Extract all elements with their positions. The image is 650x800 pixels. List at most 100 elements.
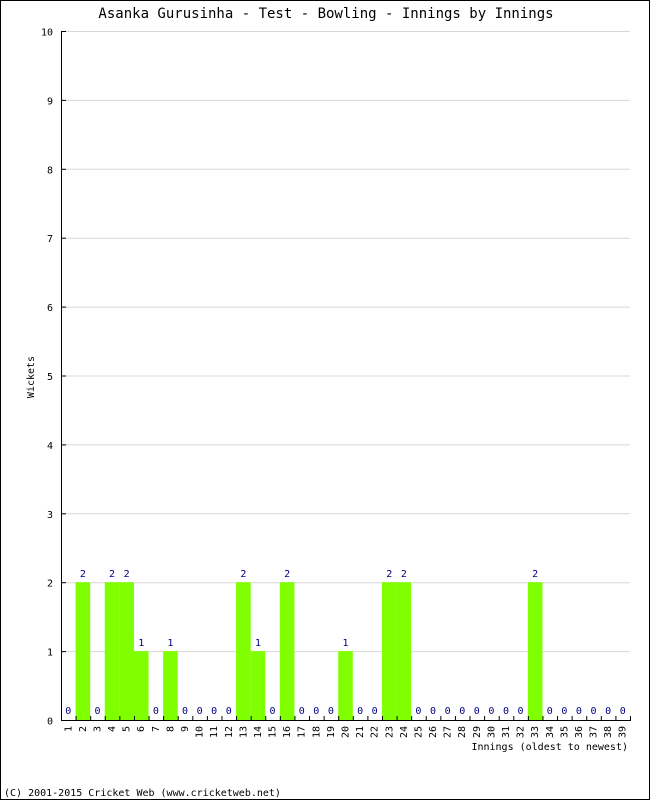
data-label: 0: [547, 706, 553, 717]
x-tick-label: 16: [282, 726, 293, 738]
x-tick-label: 29: [472, 726, 483, 738]
x-tick-label: 4: [107, 726, 118, 732]
data-label: 0: [328, 706, 334, 717]
x-tick-label: 34: [545, 726, 556, 738]
data-label: 0: [65, 706, 71, 717]
data-label: 0: [197, 706, 203, 717]
x-tick-label: 27: [443, 726, 454, 738]
bar: [119, 582, 134, 720]
data-label: 0: [488, 706, 494, 717]
x-tick-label: 26: [428, 726, 439, 738]
x-tick-label: 7: [151, 726, 162, 732]
data-label: 0: [576, 706, 582, 717]
x-tick-label: 5: [122, 726, 133, 732]
x-tick-label: 38: [603, 726, 614, 738]
data-label: 0: [357, 706, 363, 717]
data-label: 0: [153, 706, 159, 717]
data-label: 2: [240, 569, 246, 580]
x-tick-label: 23: [384, 726, 395, 738]
x-tick-label: 13: [238, 726, 249, 738]
bar: [338, 651, 353, 720]
x-tick-label: 28: [457, 726, 468, 738]
data-label: 0: [518, 706, 524, 717]
data-label: 2: [124, 569, 130, 580]
y-tick-label: 10: [41, 28, 53, 39]
bar: [527, 582, 543, 720]
x-tick-label: 20: [341, 726, 352, 738]
data-label: 0: [459, 706, 465, 717]
x-tick-label: 19: [326, 726, 337, 738]
data-label: 0: [561, 706, 567, 717]
y-tick-label: 3: [47, 510, 53, 521]
data-label: 1: [138, 638, 144, 649]
data-label: 2: [386, 569, 392, 580]
x-tick-label: 6: [136, 726, 147, 732]
data-label: 2: [532, 569, 538, 580]
y-axis-label: Wickets: [26, 356, 37, 398]
bar: [104, 582, 120, 720]
data-label: 0: [620, 706, 626, 717]
x-tick-label: 24: [399, 726, 410, 738]
x-tick-label: 1: [63, 726, 74, 732]
data-label: 0: [182, 706, 188, 717]
y-tick-label: 5: [47, 372, 53, 383]
x-tick-label: 12: [224, 726, 235, 738]
data-label: 0: [474, 706, 480, 717]
x-tick-label: 31: [501, 726, 512, 738]
data-label: 0: [270, 706, 276, 717]
data-label: 0: [226, 706, 232, 717]
data-label: 0: [415, 706, 421, 717]
x-tick-labels: 1 2 3 4 5 6 7 8 9 10 11 12 13 14 15 16 17 18 19 20 21 22 23 24 2…: [63, 726, 628, 738]
copyright-footer: (C) 2001-2015 Cricket Web (www.cricketwe…: [4, 788, 281, 799]
bar: [133, 651, 149, 720]
y-tick-label: 9: [47, 96, 53, 107]
x-tick-label: 9: [180, 726, 191, 732]
bar: [279, 582, 295, 720]
bar: [381, 582, 397, 720]
data-label: 2: [109, 569, 115, 580]
data-label: 2: [401, 569, 407, 580]
data-label: 0: [503, 706, 509, 717]
bar-chart: Asanka Gurusinha - Test - Bowling - Inni…: [4, 6, 631, 799]
y-tick-label: 4: [47, 441, 53, 452]
data-label: 0: [211, 706, 217, 717]
data-label: 1: [255, 638, 261, 649]
x-tick-label: 25: [413, 726, 424, 738]
bar: [396, 582, 412, 720]
x-tick-label: 37: [589, 726, 600, 738]
x-tick-label: 15: [268, 726, 279, 738]
x-tick-label: 11: [209, 726, 220, 738]
y-tick-label: 1: [47, 648, 53, 659]
y-tick-label: 6: [47, 303, 53, 314]
x-tick-label: 39: [618, 726, 629, 738]
data-label: 2: [80, 569, 86, 580]
x-tick-label: 36: [574, 726, 585, 738]
x-tick-label: 18: [311, 726, 322, 738]
y-tick-label: 2: [47, 579, 53, 590]
x-tick-label: 30: [486, 726, 497, 738]
x-tick-label: 32: [516, 726, 527, 738]
y-tick-labels: 0 1 2 3 4 5 6 7 8 9 10: [41, 28, 53, 728]
x-tick-label: 2: [78, 726, 89, 732]
x-tick-label: 21: [355, 726, 366, 738]
data-label: 0: [445, 706, 451, 717]
x-tick-label: 10: [195, 726, 206, 738]
data-label: 0: [605, 706, 611, 717]
bar: [250, 651, 266, 720]
bar: [163, 651, 178, 720]
bar: [75, 582, 91, 720]
x-tick-label: 14: [253, 726, 264, 738]
data-label: 1: [342, 638, 348, 649]
x-tick-label: 35: [559, 726, 570, 738]
chart-frame: Asanka Gurusinha - Test - Bowling - Inni…: [0, 0, 650, 800]
x-tick-label: 3: [92, 726, 103, 732]
y-tick-label: 8: [47, 165, 53, 176]
x-tick-label: 33: [530, 726, 541, 738]
bar: [236, 582, 251, 720]
data-label: 0: [372, 706, 378, 717]
x-tick-label: 17: [297, 726, 308, 738]
data-label: 0: [313, 706, 319, 717]
data-label: 0: [430, 706, 436, 717]
data-label: 2: [284, 569, 290, 580]
x-tick-label: 8: [165, 726, 176, 732]
